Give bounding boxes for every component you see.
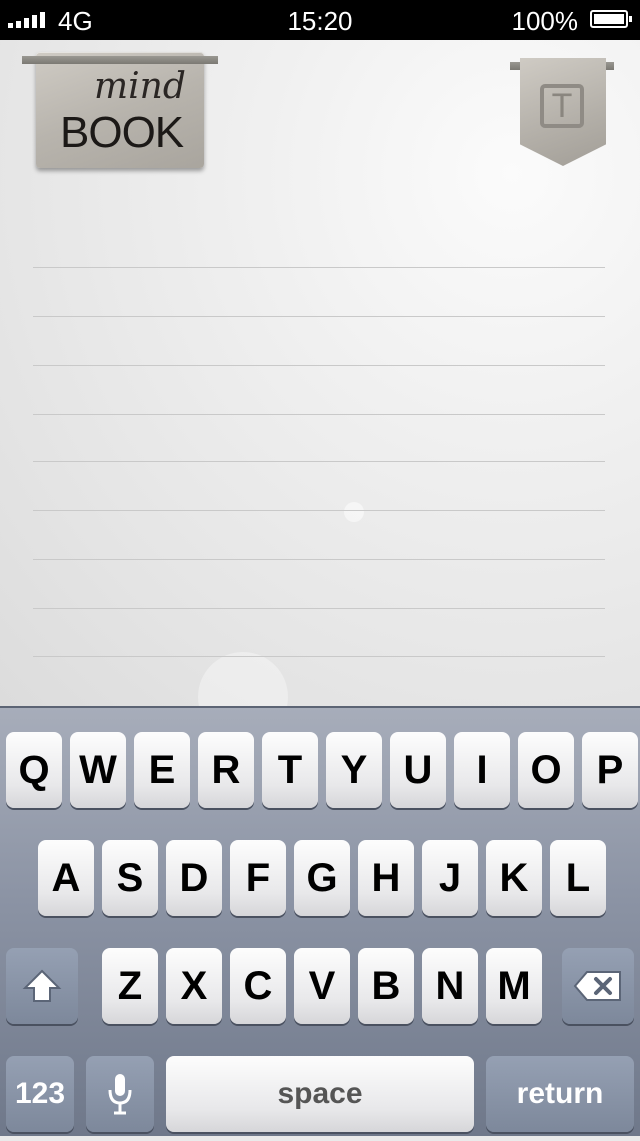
ruled-line (33, 608, 605, 609)
key-o[interactable]: O (518, 732, 574, 808)
key-v[interactable]: V (294, 948, 350, 1024)
ruled-line (33, 461, 605, 462)
key-b[interactable]: B (358, 948, 414, 1024)
key-y[interactable]: Y (326, 732, 382, 808)
ruled-line (33, 267, 605, 268)
light-flare (344, 502, 364, 522)
ruled-line (33, 316, 605, 317)
key-u[interactable]: U (390, 732, 446, 808)
mindbook-logo-button[interactable]: mind BOOK (22, 52, 218, 168)
key-s[interactable]: S (102, 840, 158, 916)
microphone-icon (108, 1074, 132, 1115)
space-key[interactable]: space (166, 1056, 474, 1132)
key-t[interactable]: T (262, 732, 318, 808)
battery-icon (590, 10, 632, 28)
key-z[interactable]: Z (102, 948, 158, 1024)
key-c[interactable]: C (230, 948, 286, 1024)
shift-key[interactable] (6, 948, 78, 1024)
key-q[interactable]: Q (6, 732, 62, 808)
text-format-button[interactable]: T (510, 58, 614, 166)
numbers-key[interactable]: 123 (6, 1056, 74, 1132)
key-g[interactable]: G (294, 840, 350, 916)
keyboard: Q W E R T Y U I O P A S D F G H J K L Z … (0, 706, 640, 1136)
key-a[interactable]: A (38, 840, 94, 916)
text-format-icon: T (540, 84, 584, 128)
key-e[interactable]: E (134, 732, 190, 808)
key-m[interactable]: M (486, 948, 542, 1024)
dictation-key[interactable] (86, 1056, 154, 1132)
ruled-line (33, 559, 605, 560)
backspace-key[interactable] (562, 948, 634, 1024)
shift-arrow-icon (22, 969, 62, 1002)
key-h[interactable]: H (358, 840, 414, 916)
key-p[interactable]: P (582, 732, 638, 808)
tag-strap (22, 56, 218, 64)
key-j[interactable]: J (422, 840, 478, 916)
key-k[interactable]: K (486, 840, 542, 916)
backspace-icon (573, 971, 621, 1001)
ruled-line (33, 365, 605, 366)
ruled-line (33, 510, 605, 511)
key-w[interactable]: W (70, 732, 126, 808)
key-x[interactable]: X (166, 948, 222, 1024)
key-l[interactable]: L (550, 840, 606, 916)
key-r[interactable]: R (198, 732, 254, 808)
key-n[interactable]: N (422, 948, 478, 1024)
logo-word-text: BOOK (60, 108, 184, 157)
key-f[interactable]: F (230, 840, 286, 916)
status-bar: 4G 15:20 100% (0, 0, 640, 40)
key-i[interactable]: I (454, 732, 510, 808)
ruled-line (33, 656, 605, 657)
key-d[interactable]: D (166, 840, 222, 916)
return-key[interactable]: return (486, 1056, 634, 1132)
battery-percentage: 100% (511, 6, 579, 36)
ruled-line (33, 414, 605, 415)
logo-script-text: mind (94, 66, 186, 107)
